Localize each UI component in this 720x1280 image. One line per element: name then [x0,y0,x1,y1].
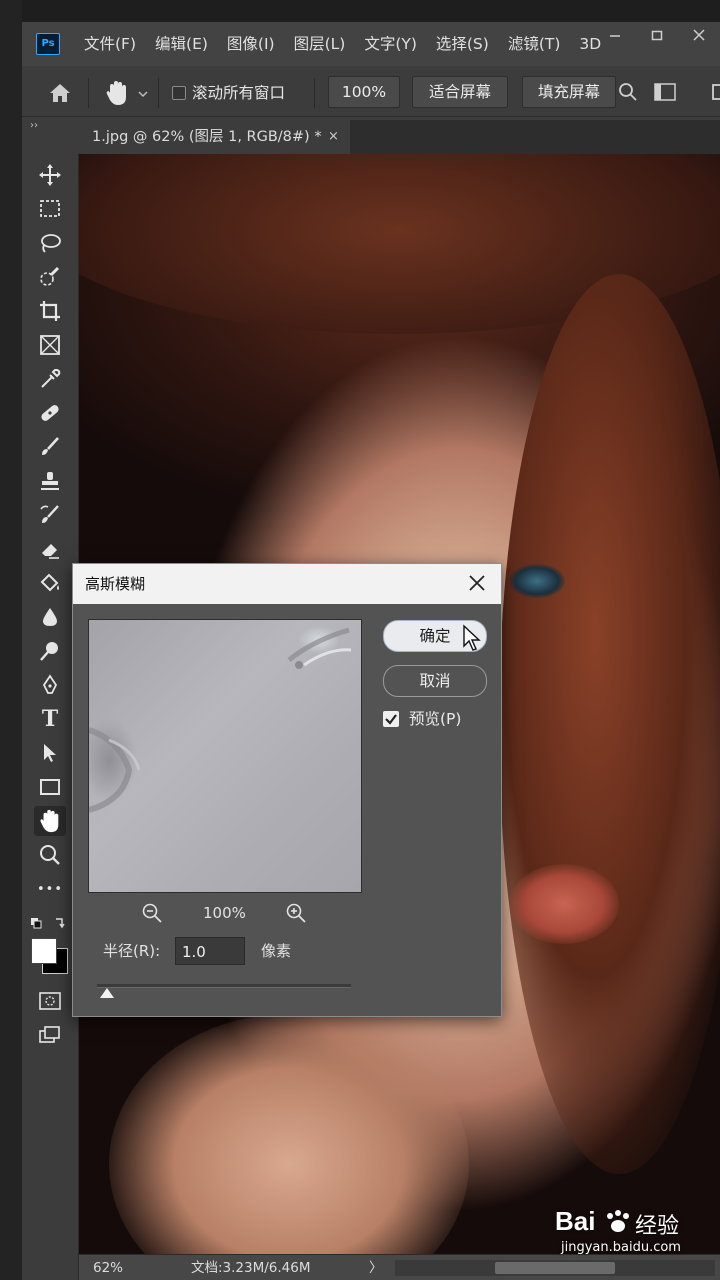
screen-mode-icon[interactable] [38,1024,62,1050]
swap-colors-icon[interactable] [30,916,70,936]
document-tab[interactable]: 1.jpg @ 62% (图层 1, RGB/8#) * × [78,120,350,154]
move-tool-icon[interactable] [34,160,66,190]
zoom-out-icon[interactable] [141,902,163,928]
hand-tool-icon[interactable] [34,806,66,836]
collapse-panel-icon[interactable]: ›› [30,120,38,131]
menu-type[interactable]: 文字(Y) [364,22,426,66]
outer-frame [0,0,22,1280]
document-tab-bar: 1.jpg @ 62% (图层 1, RGB/8#) * × [78,120,720,154]
options-bar: 滚动所有窗口 100% 适合屏幕 填充屏幕 [22,70,720,117]
share-icon[interactable] [712,82,720,106]
photoshop-logo: Ps [36,33,60,55]
preview-zoom-level: 100% [203,904,246,922]
photo-hand [109,1014,469,1254]
menu-items: 文件(F) 编辑(E) 图像(I) 图层(L) 文字(Y) 选择(S) 滤镜(T… [84,22,620,66]
hand-tool-icon[interactable] [104,79,130,111]
tools-panel: ›› T ••• [22,120,79,1280]
watermark-brand-cn: 经验 [635,1214,680,1239]
zoom-value-field[interactable]: 100% [328,76,400,108]
menu-layer[interactable]: 图层(L) [294,22,355,66]
baidu-jingyan-watermark: Bai 经验 jingyan.baidu.com [555,1200,715,1260]
marquee-tool-icon[interactable] [34,194,66,224]
separator [158,78,159,108]
close-icon[interactable] [465,570,489,596]
separator [314,78,315,108]
window-controls [594,22,720,58]
crop-tool-icon[interactable] [34,296,66,326]
radius-slider-track[interactable] [97,984,351,988]
search-icon[interactable] [618,82,638,106]
lasso-tool-icon[interactable] [34,228,66,258]
status-doc-size: 文档:3.23M/6.46M [191,1260,311,1276]
preview-label: 预览(P) [409,710,462,728]
dodge-tool-icon[interactable] [34,636,66,666]
watermark-url: jingyan.baidu.com [561,1240,681,1255]
healing-tool-icon[interactable] [34,398,66,428]
restore-icon[interactable] [636,22,678,54]
preview-checkbox[interactable] [383,711,399,727]
menu-file[interactable]: 文件(F) [84,22,145,66]
menu-image[interactable]: 图像(I) [227,22,284,66]
radius-slider-thumb[interactable] [100,988,115,998]
radius-label: 半径(R): [103,942,161,960]
separator [88,78,89,108]
zoom-in-icon[interactable] [285,902,307,928]
stamp-tool-icon[interactable] [34,466,66,496]
radius-row: 半径(R): 1.0 像素 [103,937,483,967]
preview-zoom-controls: 100% [133,900,323,926]
mouse-cursor-icon [462,624,482,656]
menu-bar: Ps 文件(F) 编辑(E) 图像(I) 图层(L) 文字(Y) 选择(S) 滤… [22,22,720,66]
minimize-icon[interactable] [594,22,636,54]
home-icon[interactable] [48,82,72,108]
scroll-all-windows-checkbox[interactable] [172,86,186,100]
zoom-tool-icon[interactable] [34,840,66,870]
photo-lips [509,864,619,944]
filter-preview[interactable] [88,619,362,893]
dialog-title-bar: 高斯模糊 [73,564,501,604]
scrollbar-thumb[interactable] [495,1262,615,1274]
photo-eye [509,564,565,598]
rectangle-tool-icon[interactable] [34,772,66,802]
type-tool-icon[interactable]: T [34,704,66,734]
eyedropper-tool-icon[interactable] [34,364,66,394]
menu-select[interactable]: 选择(S) [436,22,498,66]
gaussian-blur-dialog: 高斯模糊 100% 半径(R): 1.0 像素 确定 取消 预览(P) [72,563,502,1017]
watermark-brand: Bai [555,1206,596,1236]
fill-screen-button[interactable]: 填充屏幕 [522,76,616,108]
paint-bucket-tool-icon[interactable] [34,568,66,598]
pen-tool-icon[interactable] [34,670,66,700]
document-tab-title: 1.jpg @ 62% (图层 1, RGB/8#) * [92,129,322,145]
status-arrow-icon[interactable]: 〉 [369,1255,383,1280]
horizontal-scrollbar[interactable] [395,1260,715,1276]
chevron-down-icon[interactable] [138,85,148,103]
dialog-title: 高斯模糊 [85,575,146,593]
menu-filter[interactable]: 滤镜(T) [508,22,570,66]
eraser-tool-icon[interactable] [34,534,66,564]
more-tools-icon[interactable]: ••• [34,874,66,904]
fit-screen-button[interactable]: 适合屏幕 [412,76,508,108]
close-tab-icon[interactable]: × [328,120,339,154]
path-select-tool-icon[interactable] [34,738,66,768]
cancel-button[interactable]: 取消 [383,665,487,697]
status-zoom[interactable]: 62% [93,1255,123,1280]
paw-icon [603,1208,633,1240]
menu-edit[interactable]: 编辑(E) [155,22,217,66]
radius-unit: 像素 [261,942,292,960]
close-icon[interactable] [678,22,720,54]
brush-tool-icon[interactable] [34,432,66,462]
blur-tool-icon[interactable] [34,602,66,632]
quick-mask-icon[interactable] [38,990,62,1016]
quick-select-tool-icon[interactable] [34,262,66,292]
foreground-color-swatch[interactable] [31,938,57,964]
scroll-all-windows-label: 滚动所有窗口 [192,84,286,102]
workspace-icon[interactable] [654,82,676,106]
frame-tool-icon[interactable] [34,330,66,360]
photo-hair-right [499,274,720,1174]
radius-input[interactable]: 1.0 [175,937,245,965]
history-brush-tool-icon[interactable] [34,500,66,530]
